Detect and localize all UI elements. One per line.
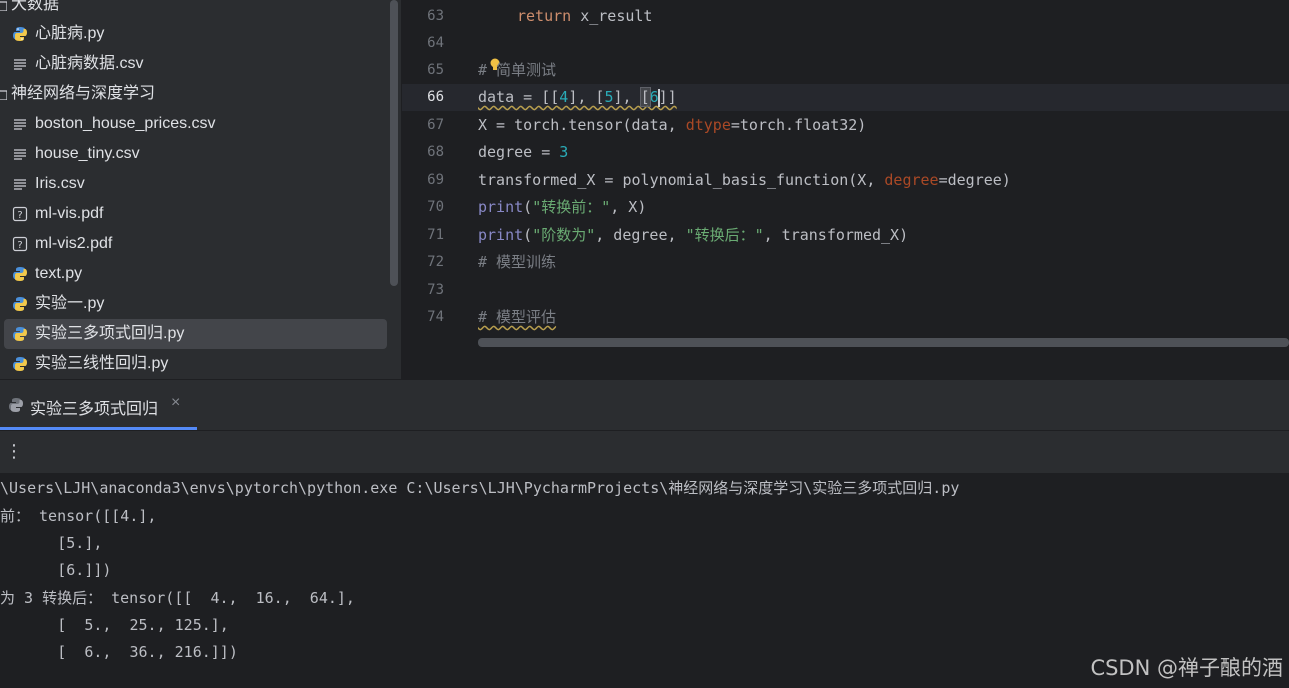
code-token: , X)	[610, 198, 647, 216]
code-token: (	[523, 198, 533, 216]
tree-item-label: text.py	[35, 265, 83, 282]
builtin-token: print	[478, 198, 524, 216]
project-tree-scrollbar[interactable]	[390, 0, 398, 286]
line-number-active: 66	[427, 89, 444, 105]
line-number: 70	[427, 199, 444, 215]
code-token: , degree,	[595, 226, 686, 244]
more-options-icon[interactable]: ⋮	[5, 441, 23, 461]
console-line: [ 6., 36., 216.]])	[0, 643, 238, 661]
console-line: 换前： tensor([[4.],	[0, 507, 157, 525]
tree-item-label: 实验三线性回归.py	[35, 355, 169, 372]
code-token: transformed_X = polynomial_basis_functio…	[478, 171, 885, 189]
tree-item-label: 实验三多项式回归.py	[35, 325, 185, 342]
line-number: 71	[427, 227, 444, 243]
console-line: \Users\LJH\anaconda3\envs\pytorch\python…	[0, 479, 960, 497]
tree-item-label: Iris.csv	[35, 175, 85, 192]
code-line-68: degree = 3	[478, 139, 568, 166]
code-token: (	[523, 226, 533, 244]
code-token: =torch.float32)	[730, 116, 867, 134]
code-token: X = torch.tensor(data,	[478, 116, 686, 134]
keyword-token: return	[517, 7, 572, 25]
text-file-icon	[14, 179, 26, 190]
code-line-67: X = torch.tensor(data, dtype=torch.float…	[478, 112, 866, 139]
line-number: 68	[427, 144, 444, 160]
line-number-gutter: 63 64 65 66 67 68 69 70 71 72 73 74	[402, 0, 472, 348]
code-token: data = [[	[478, 88, 560, 106]
tree-item-exp3-poly-py[interactable]: 实验三多项式回归.py	[4, 319, 387, 349]
tree-item-label: 实验一.py	[35, 295, 105, 312]
tree-item-label: 心脏病数据.csv	[35, 55, 144, 72]
string-token: "转换后："	[685, 226, 764, 244]
code-editor[interactable]: 63 64 65 66 67 68 69 70 71 72 73 74 retu…	[402, 0, 1289, 379]
code-token: , transformed_X)	[763, 226, 909, 244]
builtin-token: print	[478, 226, 524, 244]
code-token: ]]	[658, 88, 677, 106]
close-icon[interactable]: ×	[171, 394, 180, 412]
run-tab-label: 实验三多项式回归	[30, 401, 159, 418]
string-token: "转换前："	[532, 198, 611, 216]
tree-item-label: ml-vis2.pdf	[35, 235, 113, 252]
line-number: 73	[427, 282, 444, 298]
console-line: [6.]])	[57, 561, 112, 579]
unknown-file-icon: ?	[12, 206, 28, 222]
console-line: 数为 3 转换后： tensor([[ 4., 16., 64.],	[0, 589, 355, 607]
matched-bracket: [	[639, 87, 651, 107]
number-token: 4	[559, 88, 569, 106]
line-number: 69	[427, 172, 444, 188]
python-run-icon	[9, 398, 23, 412]
line-number: 67	[427, 117, 444, 133]
tree-item-label: 大数据	[11, 0, 60, 13]
tree-item-label: ml-vis.pdf	[35, 205, 104, 222]
code-line-65: # 简单测试	[478, 61, 557, 79]
string-token: "阶数为"	[532, 226, 596, 244]
tree-item-label: house_tiny.csv	[35, 145, 140, 162]
unknown-file-icon: ?	[12, 236, 28, 252]
run-tab-active[interactable]: 实验三多项式回归 ×	[0, 380, 197, 430]
python-file-icon	[13, 267, 27, 281]
ide-window: 大数据 心脏病.py 心脏病数据.csv 神经网络与深度学习 boston_ho…	[0, 0, 1289, 688]
param-token: dtype	[685, 116, 731, 134]
line-number: 64	[427, 35, 444, 51]
line-number: 65	[427, 62, 444, 78]
code-token: ], [	[568, 88, 605, 106]
code-line-72: # 模型训练	[478, 253, 557, 271]
run-tool-window: 实验三多项式回归 × ⋮ \Users\LJH\anaconda3\envs\p…	[0, 380, 1289, 688]
text-file-icon	[14, 59, 26, 70]
line-number: 63	[427, 8, 444, 24]
tree-item-label: 心脏病.py	[35, 25, 105, 42]
tree-item-label: 神经网络与深度学习	[11, 85, 156, 102]
console-line: [5.],	[57, 534, 103, 552]
python-file-icon	[13, 27, 27, 41]
folder-icon	[0, 90, 7, 100]
tree-item-label: boston_house_prices.csv	[35, 115, 216, 132]
code-token: degree =	[478, 143, 560, 161]
number-token: 3	[559, 143, 569, 161]
code-line-66: data = [[4], [5], [6]]	[478, 84, 677, 111]
project-tree: 大数据 心脏病.py 心脏病数据.csv 神经网络与深度学习 boston_ho…	[0, 0, 401, 379]
code-line-70: print("转换前：", X)	[478, 194, 646, 221]
code-line-63: return x_result	[517, 3, 652, 30]
svg-text:?: ?	[17, 240, 22, 251]
code-line-69: transformed_X = polynomial_basis_functio…	[478, 167, 1011, 194]
line-number: 72	[427, 254, 444, 270]
svg-text:?: ?	[17, 210, 22, 221]
run-tab-bar: 实验三多项式回归 ×	[0, 380, 1289, 431]
code-token: ],	[613, 88, 641, 106]
watermark: CSDN @禅子酿的酒	[1090, 656, 1283, 680]
code-line-74: # 模型评估	[478, 308, 557, 326]
code-token: x_result	[571, 7, 653, 25]
editor-horizontal-scrollbar[interactable]	[478, 338, 1289, 347]
python-file-icon	[13, 297, 27, 311]
run-toolbar: ⋮	[0, 431, 1289, 474]
python-file-icon	[13, 357, 27, 371]
python-file-icon	[13, 327, 27, 341]
folder-icon	[0, 1, 7, 11]
text-file-icon	[14, 119, 26, 130]
text-file-icon	[14, 149, 26, 160]
code-token: =degree)	[938, 171, 1011, 189]
console-line: [ 5., 25., 125.],	[0, 616, 229, 634]
code-line-71: print("阶数为", degree, "转换后：", transformed…	[478, 222, 908, 249]
line-number: 74	[427, 309, 444, 325]
param-token: degree	[884, 171, 939, 189]
